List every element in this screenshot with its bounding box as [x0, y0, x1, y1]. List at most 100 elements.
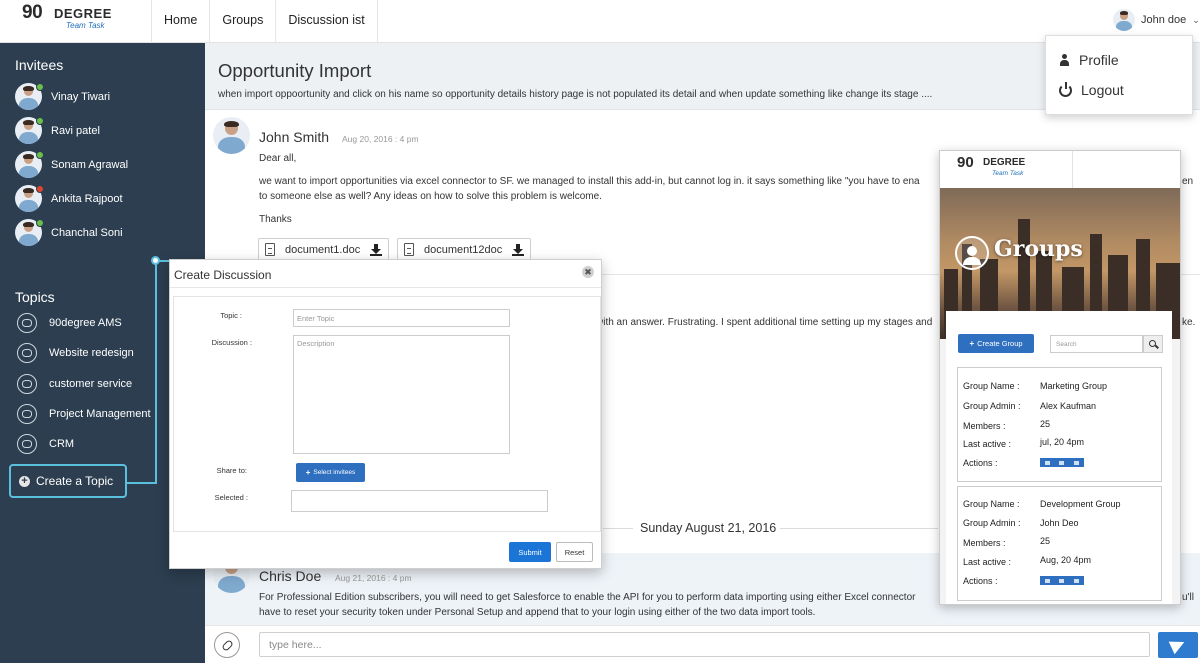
brand-logo[interactable]: 90 DEGREE Team Task	[0, 0, 152, 43]
invitee-item[interactable]: Vinay Tiwari	[15, 83, 110, 110]
group-admin-label: Group Admin :	[963, 518, 1021, 528]
share-to-label: Share to:	[216, 466, 247, 475]
group-name-label: Group Name :	[963, 381, 1020, 391]
chat-bubble-icon	[17, 374, 37, 394]
brand-tagline: Team Task	[66, 21, 105, 30]
invitee-name: Sonam Agrawal	[51, 158, 129, 171]
download-icon[interactable]	[512, 243, 525, 256]
view-icon[interactable]	[1044, 578, 1050, 583]
divider	[1072, 151, 1073, 188]
attachment-chip[interactable]: document1.doc	[258, 238, 390, 261]
message-author: John Smith	[259, 129, 330, 145]
nav-home[interactable]: Home	[152, 0, 211, 43]
group-actions	[1040, 458, 1084, 467]
busy-status-icon	[36, 185, 44, 193]
topic-label: Topic :	[220, 311, 242, 320]
topic-item[interactable]: CRM	[17, 434, 74, 454]
group-admin: Alex Kaufman	[1040, 401, 1097, 411]
topic-label: Project Management	[49, 408, 151, 420]
create-discussion-modal: Create Discussion ✖ Topic : Discussion :…	[169, 259, 602, 569]
attach-file-button[interactable]	[214, 632, 240, 658]
delete-icon[interactable]	[1074, 578, 1080, 583]
attachment-chip[interactable]: document12doc	[397, 238, 532, 261]
members-label: Members :	[963, 421, 1006, 431]
selected-invitees-field[interactable]	[291, 490, 548, 512]
user-avatar	[1113, 9, 1135, 31]
groups-panel: 90 DEGREE Team Task Groups + Create Grou…	[939, 150, 1181, 605]
topic-label: Website redesign	[49, 347, 134, 359]
plus-circle-icon: +	[19, 475, 30, 487]
invitee-item[interactable]: Ravi patel	[15, 117, 100, 144]
invitees-heading: Invitees	[15, 57, 64, 73]
group-name: Development Group	[1040, 499, 1121, 509]
delete-icon[interactable]	[1074, 460, 1080, 465]
group-actions	[1040, 576, 1084, 585]
create-group-button[interactable]: + Create Group	[958, 334, 1034, 353]
profile-dropdown: Profile Logout	[1045, 35, 1193, 115]
search-button[interactable]	[1143, 335, 1163, 353]
nav-discussion-list[interactable]: Discussion ist	[276, 0, 378, 43]
document-icon	[265, 243, 275, 256]
message-input[interactable]	[259, 632, 1150, 657]
edit-icon[interactable]	[1059, 578, 1065, 583]
profile-label: Profile	[1079, 52, 1119, 68]
discussion-label: Discussion :	[211, 338, 252, 347]
message-text-overflow: u'll	[1182, 592, 1194, 603]
submit-button[interactable]: Submit	[509, 542, 551, 562]
group-search-input[interactable]	[1050, 335, 1143, 353]
divider-line	[780, 528, 938, 529]
online-status-icon	[36, 219, 44, 227]
main-nav: Home Groups Discussion ist	[152, 0, 378, 43]
compose-bar	[205, 625, 1200, 663]
invitee-item[interactable]: Ankita Rajpoot	[15, 185, 123, 212]
topic-item[interactable]: 90degree AMS	[17, 313, 122, 333]
topic-item[interactable]: Website redesign	[17, 343, 134, 363]
group-card: Group Name : Marketing Group Group Admin…	[957, 367, 1162, 482]
user-menu[interactable]: John doe ⌄	[1113, 9, 1200, 31]
invitee-item[interactable]: Chanchal Soni	[15, 219, 123, 246]
create-topic-button[interactable]: + Create a Topic	[9, 464, 127, 498]
reset-button[interactable]: Reset	[556, 542, 593, 562]
invitee-item[interactable]: Sonam Agrawal	[15, 151, 128, 178]
description-textarea[interactable]	[293, 335, 510, 454]
logout-menu-item[interactable]: Logout	[1059, 81, 1124, 98]
nav-groups[interactable]: Groups	[210, 0, 277, 43]
message-text: to someone else as well? Any ideas on ho…	[259, 191, 602, 202]
group-card: Group Name : Development Group Group Adm…	[957, 486, 1162, 601]
topics-heading: Topics	[15, 289, 55, 305]
invitee-name: Ravi patel	[51, 124, 100, 137]
close-icon[interactable]: ✖	[582, 266, 594, 278]
online-status-icon	[36, 83, 44, 91]
callout-line	[127, 482, 157, 484]
callout-line	[155, 261, 157, 483]
modal-divider	[170, 287, 601, 288]
topic-item[interactable]: customer service	[17, 374, 132, 394]
download-icon[interactable]	[370, 243, 383, 256]
modal-title: Create Discussion	[174, 268, 272, 282]
create-topic-label: Create a Topic	[36, 474, 114, 488]
last-active-value: Aug, 20 4pm	[1040, 555, 1092, 565]
groups-brand-bar: 90 DEGREE Team Task	[940, 151, 1180, 188]
paperclip-icon	[220, 638, 234, 652]
message-date: Aug 21, 2016 : 4 pm	[335, 573, 412, 583]
topic-input[interactable]	[293, 309, 510, 327]
top-navbar: 90 DEGREE Team Task Home Groups Discussi…	[0, 0, 1200, 43]
plus-icon: +	[305, 468, 311, 477]
actions-label: Actions :	[963, 576, 998, 586]
actions-label: Actions :	[963, 458, 998, 468]
topic-item[interactable]: Project Management	[17, 404, 151, 424]
edit-icon[interactable]	[1059, 460, 1065, 465]
message-author: Chris Doe	[259, 568, 322, 584]
members-label: Members :	[963, 538, 1006, 548]
last-active-label: Last active :	[963, 557, 1012, 567]
user-name: John doe	[1141, 14, 1187, 26]
logout-label: Logout	[1081, 82, 1124, 98]
paper-plane-icon	[1168, 635, 1188, 655]
send-button[interactable]	[1158, 632, 1198, 658]
group-admin: John Deo	[1040, 518, 1079, 528]
profile-menu-item[interactable]: Profile	[1059, 52, 1119, 68]
message-text: For Professional Edition subscribers, yo…	[259, 592, 916, 603]
callout-dot	[151, 256, 160, 265]
select-invitees-button[interactable]: + Select invitees	[296, 463, 365, 482]
view-icon[interactable]	[1044, 460, 1050, 465]
